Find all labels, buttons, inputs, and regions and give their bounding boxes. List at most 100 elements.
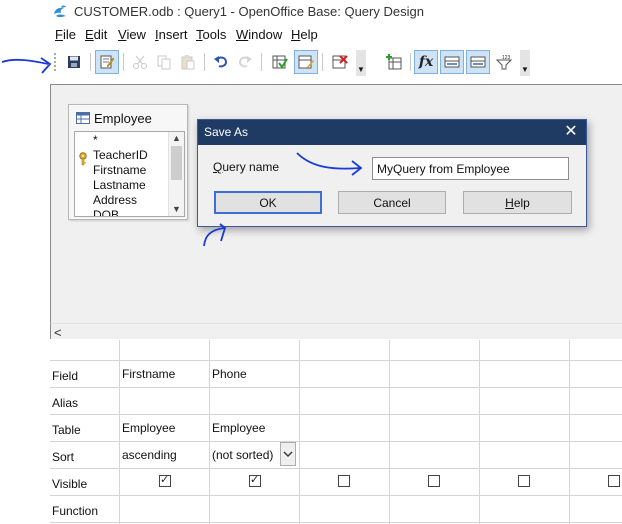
grid-divider <box>50 360 622 361</box>
chevron-down-icon <box>283 451 293 457</box>
clear-query-button[interactable] <box>328 50 352 74</box>
sort-dropdown-button[interactable] <box>280 442 296 466</box>
help-button[interactable]: Help <box>463 191 572 214</box>
table-cell[interactable]: Employee <box>212 421 265 435</box>
annotation-arrow-icon <box>1 57 52 74</box>
run-query-button[interactable] <box>268 50 292 74</box>
design-view-toggle-button[interactable] <box>294 50 318 74</box>
table-names-icon <box>444 56 460 68</box>
menu-file[interactable]: File <box>55 27 76 42</box>
menu-window[interactable]: Window <box>236 27 282 42</box>
row-label-field: Field <box>52 369 79 383</box>
field-list-item[interactable]: * <box>93 133 98 147</box>
table-icon <box>76 112 90 124</box>
scroll-thumb[interactable] <box>171 146 182 180</box>
toolbar-dropdown-arrow[interactable]: ▼ <box>520 50 530 76</box>
visible-checkbox[interactable] <box>159 473 171 487</box>
save-icon <box>68 56 80 68</box>
field-cell[interactable]: Firstname <box>122 367 175 381</box>
toolbar-dropdown-arrow[interactable]: ▼ <box>356 50 366 76</box>
field-list-item[interactable]: TeacherID <box>93 148 148 162</box>
dialog-title: Save As <box>204 125 249 139</box>
redo-button[interactable] <box>233 50 257 74</box>
ok-button[interactable]: OK <box>214 191 322 214</box>
menu-tools[interactable]: Tools <box>196 27 226 42</box>
annotation-arrow-icon <box>296 152 363 176</box>
field-list[interactable]: * TeacherID Firstname Lastname Address D… <box>74 131 185 217</box>
grid-divider <box>50 414 622 415</box>
functions-icon: fx <box>418 54 434 70</box>
grid-divider <box>209 340 210 524</box>
grid-divider <box>299 340 300 524</box>
query-criteria-grid: Field Alias Table Sort Visible Function … <box>50 340 622 524</box>
visible-checkbox[interactable] <box>428 475 440 487</box>
grid-divider <box>119 340 120 524</box>
add-tables-icon <box>386 54 402 70</box>
window-title: CUSTOMER.odb : Query1 - OpenOffice Base:… <box>74 4 424 19</box>
scroll-down-arrow-icon[interactable]: ▼ <box>172 204 181 214</box>
grid-divider <box>50 441 622 442</box>
field-list-item[interactable]: Address <box>93 193 137 207</box>
menu-bar: File Edit View Insert Tools Window Help <box>0 24 622 46</box>
run-query-icon <box>272 55 288 69</box>
toolbar: ▼ fx 123 ▼ <box>50 47 622 79</box>
row-label-table: Table <box>52 423 81 437</box>
field-cell[interactable]: Phone <box>212 367 247 381</box>
primary-key-icon <box>79 152 87 166</box>
undo-icon <box>214 56 228 68</box>
alias-button[interactable] <box>466 50 490 74</box>
visible-checkbox[interactable] <box>518 475 530 487</box>
sort-cell[interactable]: ascending <box>122 448 177 462</box>
toolbar-separator <box>261 53 262 71</box>
row-label-visible: Visible <box>52 477 88 491</box>
row-label-alias: Alias <box>52 396 79 410</box>
scroll-up-arrow-icon[interactable]: ▲ <box>172 133 181 143</box>
field-list-item[interactable]: DOB <box>93 208 119 216</box>
toolbar-separator <box>410 53 411 71</box>
table-window-employee[interactable]: Employee * TeacherID Firstname Lastname … <box>68 104 188 220</box>
table-names-button[interactable] <box>440 50 464 74</box>
design-view-icon <box>298 55 314 69</box>
menu-view[interactable]: View <box>118 27 146 42</box>
paste-button[interactable] <box>176 50 200 74</box>
query-name-label: Query name <box>213 160 280 174</box>
table-cell[interactable]: Employee <box>122 421 175 435</box>
menu-edit[interactable]: Edit <box>85 27 107 42</box>
grid-divider <box>389 340 390 524</box>
sort-cell[interactable]: (not sorted) <box>212 448 273 462</box>
row-label-sort: Sort <box>52 450 75 464</box>
grid-divider <box>569 340 570 524</box>
visible-checkbox[interactable] <box>608 475 620 487</box>
title-bar: CUSTOMER.odb : Query1 - OpenOffice Base:… <box>0 0 622 24</box>
cut-icon <box>133 55 147 69</box>
menu-insert[interactable]: Insert <box>155 27 188 42</box>
menu-help[interactable]: Help <box>291 27 318 42</box>
query-name-input[interactable] <box>372 157 569 180</box>
row-label-function: Function <box>52 504 99 518</box>
redo-icon <box>238 56 252 68</box>
save-button[interactable] <box>62 50 86 74</box>
copy-button[interactable] <box>152 50 176 74</box>
cut-button[interactable] <box>128 50 152 74</box>
close-icon[interactable]: ✕ <box>562 122 580 142</box>
field-list-item[interactable]: Firstname <box>93 163 146 177</box>
help-button-label: Help <box>505 195 530 210</box>
cancel-button[interactable]: Cancel <box>338 191 446 214</box>
scroll-left-arrow-icon[interactable]: < <box>54 325 62 340</box>
design-area-horizontal-scrollbar[interactable]: < <box>50 323 622 340</box>
toolbar-separator <box>322 53 323 71</box>
grid-divider <box>479 340 480 524</box>
visible-checkbox[interactable] <box>249 473 261 487</box>
field-list-scrollbar[interactable]: ▲ ▼ <box>168 132 184 216</box>
add-tables-button[interactable] <box>382 50 406 74</box>
visible-checkbox[interactable] <box>338 475 350 487</box>
dialog-title-bar[interactable]: Save As ✕ <box>198 120 586 145</box>
cancel-button-label: Cancel <box>373 195 411 210</box>
field-list-item[interactable]: Lastname <box>93 178 146 192</box>
functions-button[interactable]: fx <box>414 50 438 74</box>
distinct-values-button[interactable]: 123 <box>492 50 516 74</box>
grid-divider <box>50 387 622 388</box>
grid-divider <box>50 468 622 469</box>
edit-mode-button[interactable] <box>95 50 119 74</box>
undo-button[interactable] <box>209 50 233 74</box>
